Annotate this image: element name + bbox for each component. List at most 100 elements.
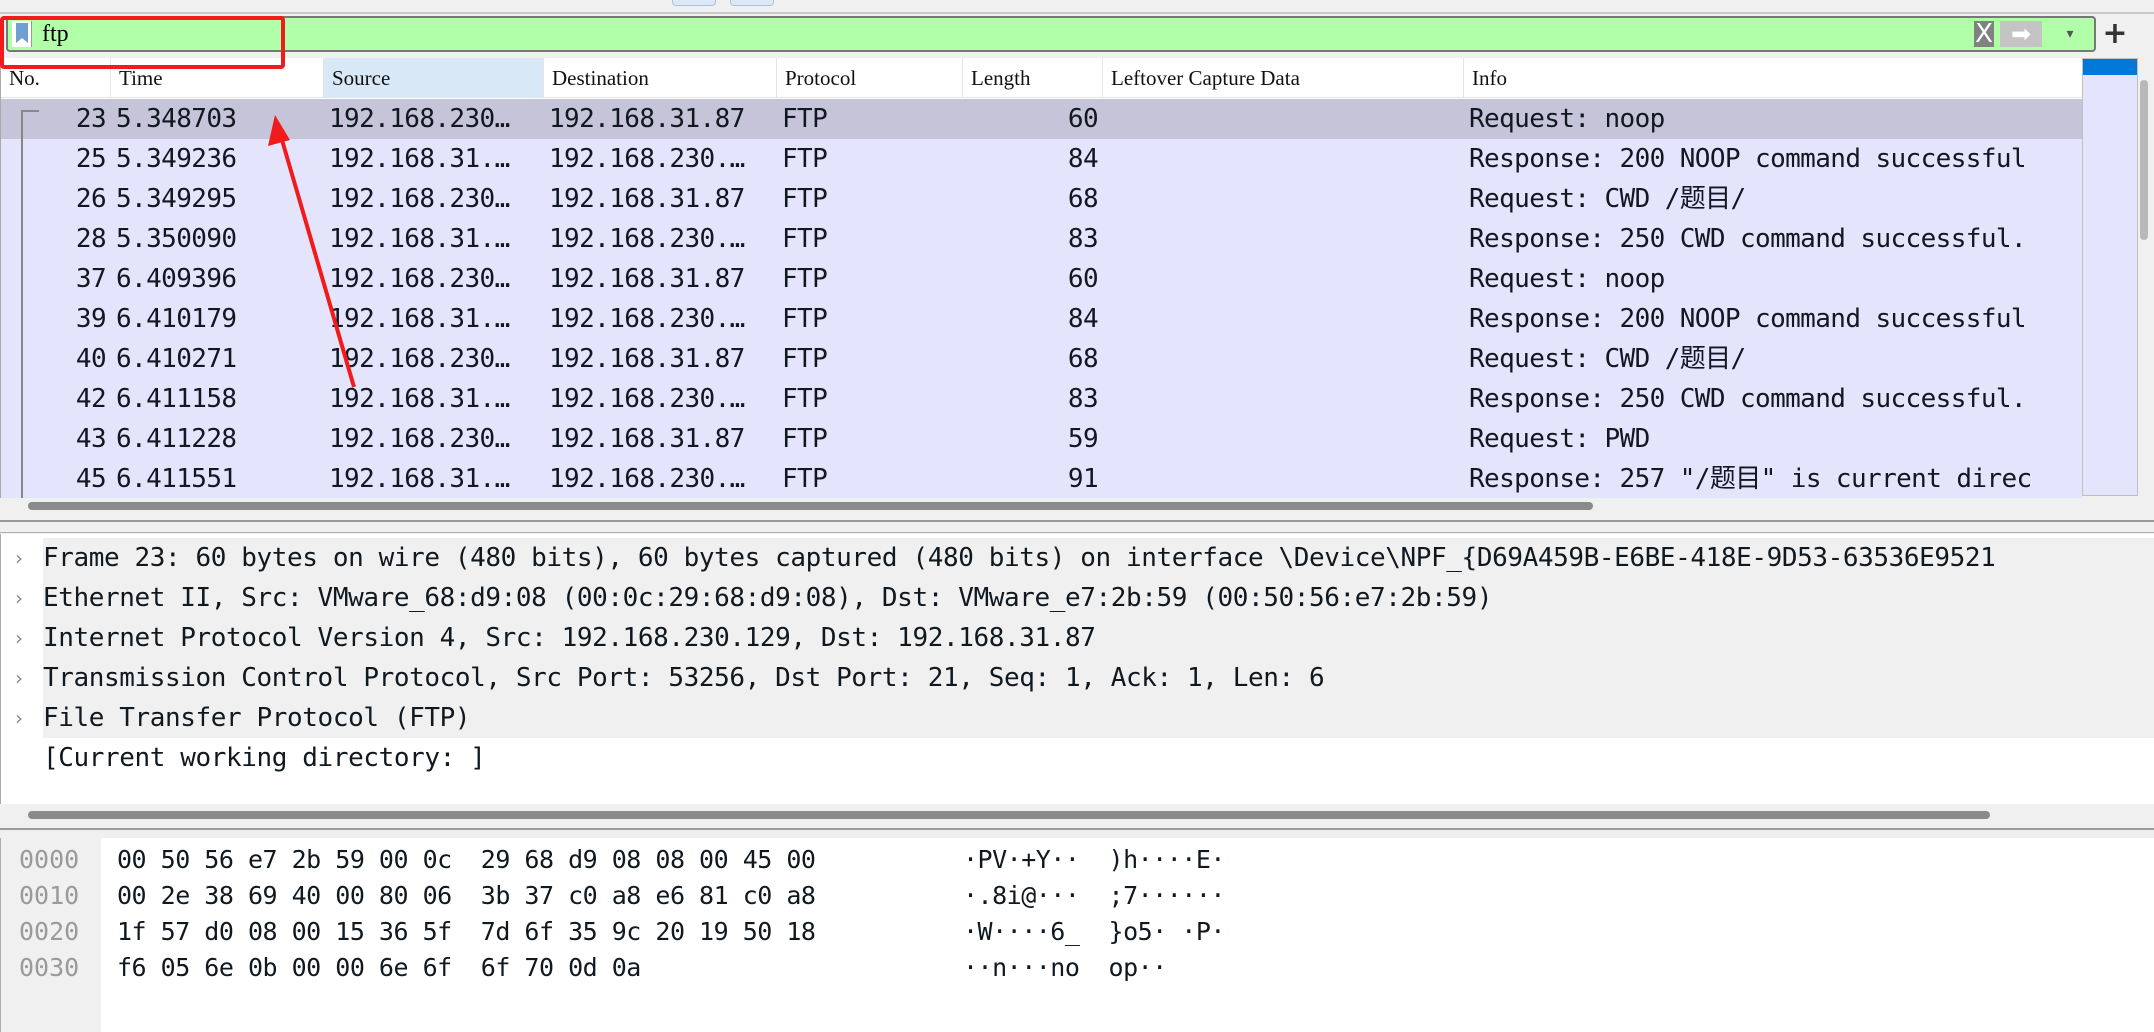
cell-source: 192.168.31.… <box>329 144 510 174</box>
cell-time: 6.411551 <box>116 464 237 494</box>
hex-ascii[interactable]: ·.8i@··· ;7······ <box>963 878 1225 914</box>
header-col-time[interactable]: Time <box>111 58 324 98</box>
packet-row[interactable]: 40 6.410271 192.168.230… 192.168.31.87 FTP 68… <box>1 339 2082 379</box>
conversation-line <box>21 110 23 498</box>
cell-protocol: FTP <box>782 184 828 214</box>
header-col-no[interactable]: No. <box>1 58 111 98</box>
hex-bytes[interactable]: f6 05 6e 0b 00 00 6e 6f 6f 70 0d 0a <box>117 950 641 986</box>
hex-offset: 0020 <box>19 917 80 946</box>
details-horizontal-scrollbar[interactable] <box>28 811 1990 819</box>
cell-no: 23 <box>75 104 106 134</box>
packet-row[interactable]: 37 6.409396 192.168.230… 192.168.31.87 FTP 60… <box>1 259 2082 299</box>
cell-leftover <box>1108 299 1464 339</box>
hex-ascii[interactable]: ·PV·+Y·· )h····E· <box>963 842 1225 878</box>
detail-tree-item[interactable]: Frame 23: 60 bytes on wire (480 bits), 6… <box>43 538 2154 578</box>
cell-no: 37 <box>75 264 106 294</box>
cell-destination: 192.168.31.87 <box>549 184 745 214</box>
packet-list-scrollbar[interactable] <box>2082 58 2138 496</box>
cell-info: Response: 200 NOOP command successful <box>1469 144 2027 174</box>
cell-protocol: FTP <box>782 384 828 414</box>
cell-protocol: FTP <box>782 264 828 294</box>
cell-protocol: FTP <box>782 464 828 494</box>
pane-border <box>0 532 2154 533</box>
cell-info: Response: 200 NOOP command successful <box>1469 304 2027 334</box>
expand-chevron-icon[interactable]: › <box>15 658 23 698</box>
filter-history-dropdown[interactable]: ▾ <box>2058 22 2082 46</box>
cell-leftover <box>1108 419 1464 459</box>
packet-list: No. Time Source Destination Protocol Length Le… <box>0 58 2082 498</box>
cell-source: 192.168.230… <box>329 184 510 214</box>
cell-time: 5.350090 <box>116 224 237 254</box>
cell-time: 5.348703 <box>116 104 237 134</box>
cell-destination: 192.168.230.… <box>549 464 745 494</box>
cell-time: 6.411228 <box>116 424 237 454</box>
cell-destination: 192.168.31.87 <box>549 264 745 294</box>
packet-row[interactable]: 43 6.411228 192.168.230… 192.168.31.87 FTP 59… <box>1 419 2082 459</box>
cell-no: 28 <box>75 224 106 254</box>
cell-length: 84 <box>1067 304 1098 334</box>
cell-no: 26 <box>75 184 106 214</box>
detail-tree-item[interactable]: Transmission Control Protocol, Src Port:… <box>43 658 2154 698</box>
cell-no: 43 <box>75 424 106 454</box>
hex-offset: 0000 <box>19 845 80 874</box>
cell-length: 83 <box>1067 224 1098 254</box>
cell-length: 59 <box>1067 424 1098 454</box>
hex-bytes[interactable]: 1f 57 d0 08 00 15 36 5f 7d 6f 35 9c 20 1… <box>117 914 816 950</box>
cell-no: 39 <box>75 304 106 334</box>
cell-time: 6.409396 <box>116 264 237 294</box>
cell-length: 83 <box>1067 384 1098 414</box>
packet-row[interactable]: 42 6.411158 192.168.31.… 192.168.230.… FTP 83… <box>1 379 2082 419</box>
cell-source: 192.168.230… <box>329 104 510 134</box>
detail-tree-item[interactable]: [Current working directory: ] <box>43 738 2154 778</box>
detail-tree-item[interactable]: Ethernet II, Src: VMware_68:d9:08 (00:0c… <box>43 578 2154 618</box>
display-filter-input[interactable] <box>42 18 1942 50</box>
cell-info: Request: noop <box>1469 104 1665 134</box>
toolbar-button[interactable] <box>672 0 716 6</box>
cell-destination: 192.168.230.… <box>549 384 745 414</box>
clear-filter-button[interactable]: X <box>1974 21 1994 47</box>
hex-ascii[interactable]: ·W····6_ }o5· ·P· <box>963 914 1225 950</box>
apply-filter-button[interactable]: ➡ <box>2000 21 2042 47</box>
cell-info: Request: noop <box>1469 264 1665 294</box>
expand-chevron-icon[interactable]: › <box>15 618 23 658</box>
cell-source: 192.168.31.… <box>329 384 510 414</box>
packet-list-horizontal-scrollbar[interactable] <box>28 502 1593 510</box>
cell-leftover <box>1108 379 1464 419</box>
cell-length: 84 <box>1067 144 1098 174</box>
vertical-scrollbar-thumb[interactable] <box>2140 80 2148 240</box>
hex-offset: 0030 <box>19 953 80 982</box>
hex-bytes[interactable]: 00 2e 38 69 40 00 80 06 3b 37 c0 a8 e6 8… <box>117 878 816 914</box>
cell-source: 192.168.230… <box>329 424 510 454</box>
header-col-destination[interactable]: Destination <box>544 58 777 98</box>
hex-ascii[interactable]: ··n···no op·· <box>963 950 1167 986</box>
detail-tree-item[interactable]: File Transfer Protocol (FTP) <box>43 698 2154 738</box>
cell-leftover <box>1108 259 1464 299</box>
hex-bytes[interactable]: 00 50 56 e7 2b 59 00 0c 29 68 d9 08 08 0… <box>117 842 816 878</box>
packet-row[interactable]: 28 5.350090 192.168.31.… 192.168.230.… FTP 83… <box>1 219 2082 259</box>
cell-info: Response: 250 CWD command successful. <box>1469 224 2027 254</box>
cell-time: 6.410179 <box>116 304 237 334</box>
expand-chevron-icon[interactable]: › <box>15 538 23 578</box>
expand-chevron-icon[interactable]: › <box>15 578 23 618</box>
toolbar-button[interactable] <box>730 0 774 6</box>
header-col-leftover[interactable]: Leftover Capture Data <box>1103 58 1464 98</box>
pane-splitter[interactable] <box>0 520 2154 522</box>
header-col-info[interactable]: Info <box>1464 58 2082 98</box>
header-col-protocol[interactable]: Protocol <box>777 58 963 98</box>
header-col-source[interactable]: Source <box>324 58 544 98</box>
pane-splitter[interactable] <box>0 828 2154 830</box>
packet-row[interactable]: 39 6.410179 192.168.31.… 192.168.230.… FTP 84… <box>1 299 2082 339</box>
cell-source: 192.168.31.… <box>329 464 510 494</box>
packet-row[interactable]: 26 5.349295 192.168.230… 192.168.31.87 FTP 68… <box>1 179 2082 219</box>
expand-chevron-icon[interactable]: › <box>15 698 23 738</box>
cell-info: Request: CWD /题目/ <box>1469 344 1746 374</box>
packet-row[interactable]: 23 5.348703 192.168.230… 192.168.31.87 FTP 60… <box>1 99 2082 139</box>
detail-tree-item[interactable]: Internet Protocol Version 4, Src: 192.16… <box>43 618 2154 658</box>
packet-row[interactable]: 25 5.349236 192.168.31.… 192.168.230.… FTP 84… <box>1 139 2082 179</box>
scrollbar-thumb[interactable] <box>2083 59 2137 75</box>
cell-leftover <box>1108 339 1464 379</box>
header-col-length[interactable]: Length <box>963 58 1103 98</box>
add-filter-button[interactable]: + <box>2100 16 2130 52</box>
bookmark-icon[interactable] <box>12 21 32 47</box>
packet-row[interactable]: 45 6.411551 192.168.31.… 192.168.230.… FTP 91… <box>1 459 2082 498</box>
